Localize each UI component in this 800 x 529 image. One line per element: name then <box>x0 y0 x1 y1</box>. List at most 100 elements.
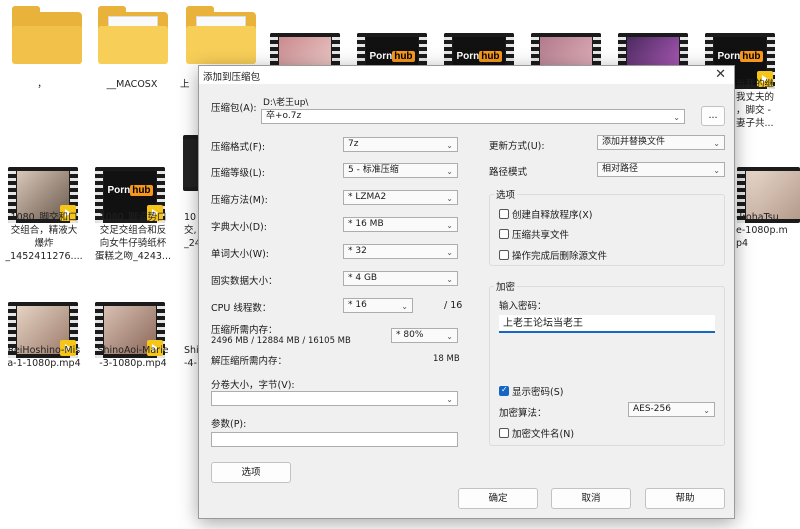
chevron-down-icon: ⌄ <box>446 275 453 284</box>
chevron-down-icon: ⌄ <box>713 139 720 148</box>
encrypt-group-title: 加密 <box>494 279 518 293</box>
cancel-button[interactable]: 取消 <box>551 488 631 509</box>
mem-percent-value: * 80% <box>396 330 424 340</box>
chevron-down-icon: ⌄ <box>713 166 720 175</box>
brand-logo: Porn hub <box>456 51 502 62</box>
password-label: 输入密码： <box>499 301 547 312</box>
archive-label: 压缩包(A): <box>211 103 257 114</box>
encrypt-names-checkbox[interactable]: 加密文件名(N) <box>499 426 574 440</box>
cpu-total: / 16 <box>444 300 463 311</box>
password-value: 上老王论坛当老王 <box>503 318 583 329</box>
shared-label: 压缩共享文件 <box>512 230 570 241</box>
update-combo[interactable]: 添加并替换文件 ⌄ <box>597 135 725 150</box>
checkbox-box <box>499 385 509 396</box>
update-value: 添加并替换文件 <box>602 137 666 147</box>
checkbox-box <box>499 428 509 438</box>
options-group-title: 选项 <box>494 187 518 201</box>
word-combo[interactable]: * 32 ⌄ <box>343 244 458 259</box>
show-password-checkbox[interactable]: 显示密码(S) <box>499 384 563 398</box>
level-label: 压缩等级(L): <box>211 168 265 179</box>
mem-decomp-label: 解压缩所需内存： <box>211 356 288 367</box>
add-to-archive-dialog: 添加到压缩包 ✕ 压缩包(A): D:\老王up\ 卒+o.7z ⌄ ... 压… <box>198 65 735 519</box>
format-combo[interactable]: 7z ⌄ <box>343 137 458 152</box>
chevron-down-icon: ⌄ <box>673 113 680 122</box>
password-input[interactable]: 上老王论坛当老王 <box>499 315 715 333</box>
chevron-down-icon: ⌄ <box>446 332 453 341</box>
video-label: 1080_脚姿势口 交足交组合和反 向女牛仔骑纸杯 蛋糕之吻_4243... <box>95 212 171 262</box>
options-button[interactable]: 选项 <box>211 462 291 483</box>
level-value: 5 - 标准压缩 <box>348 165 399 175</box>
video-label: ShinoAoi-Marie -3-1080p.mp4 <box>97 345 169 369</box>
enc-method-value: AES-256 <box>633 404 671 414</box>
solid-value: * 4 GB <box>348 273 378 283</box>
video-label: -IrohaTsu e-1080p.m p4 <box>736 212 788 249</box>
word-value: * 32 <box>348 246 367 256</box>
delete-after-checkbox[interactable]: 操作完成后删除源文件 <box>499 248 607 262</box>
encrypt-names-label: 加密文件名(N) <box>512 429 575 440</box>
format-label: 压缩格式(F): <box>211 142 266 153</box>
mem-decomp-value: 18 MB <box>433 354 460 364</box>
close-icon[interactable]: ✕ <box>715 67 726 82</box>
chevron-down-icon: ⌄ <box>446 395 453 404</box>
dialog-title: 添加到压缩包 <box>203 72 261 83</box>
path-mode-combo[interactable]: 相对路径 ⌄ <box>597 162 725 177</box>
mem-comp-label: 压缩所需内存： <box>211 325 278 336</box>
split-combo[interactable]: ⌄ <box>211 391 458 406</box>
solid-label: 固实数据大小： <box>211 276 278 287</box>
update-label: 更新方式(U): <box>489 141 545 152</box>
split-label: 分卷大小，字节(V): <box>211 380 295 391</box>
params-input[interactable] <box>211 432 458 447</box>
dict-combo[interactable]: * 16 MB ⌄ <box>343 217 458 232</box>
chevron-down-icon: ⌄ <box>446 141 453 150</box>
chevron-down-icon: ⌄ <box>446 194 453 203</box>
chevron-down-icon: ⌄ <box>446 221 453 230</box>
video-label: 1080_脚交和口 交组合，精液大 爆炸 _1452411276.... <box>5 212 83 262</box>
folder-label: ， <box>37 79 47 90</box>
archive-name-value: 卒+o.7z <box>266 111 302 121</box>
folder-label: __MACOSX <box>106 79 158 90</box>
chevron-down-icon: ⌄ <box>401 302 408 311</box>
sfx-checkbox[interactable]: 创建自释放程序(X) <box>499 207 592 221</box>
checkbox-box <box>499 229 509 239</box>
mem-comp-detail: 2496 MB / 12884 MB / 16105 MB <box>211 336 351 346</box>
browse-button[interactable]: ... <box>701 106 725 126</box>
title-bar: 添加到压缩包 ✕ <box>199 66 734 84</box>
format-value: 7z <box>348 139 359 149</box>
word-label: 单词大小(W): <box>211 249 270 260</box>
path-mode-value: 相对路径 <box>602 164 639 174</box>
folder-icon <box>186 6 256 66</box>
video-label: 当我的继 我丈夫的 ，脚交 - 妻子共... <box>736 79 775 129</box>
cpu-label: CPU 线程数： <box>211 303 272 314</box>
video-thumbnail[interactable] <box>183 135 199 191</box>
chevron-down-icon: ⌄ <box>446 248 453 257</box>
method-value: * LZMA2 <box>348 192 387 202</box>
params-label: 参数(P): <box>211 419 247 430</box>
brand-logo: Porn hub <box>107 185 153 196</box>
sfx-label: 创建自释放程序(X) <box>512 210 593 221</box>
dict-value: * 16 MB <box>348 219 384 229</box>
shared-checkbox[interactable]: 压缩共享文件 <box>499 227 569 241</box>
path-mode-label: 路径模式 <box>489 167 528 178</box>
help-button[interactable]: 帮助 <box>645 488 725 509</box>
cpu-combo[interactable]: * 16 ⌄ <box>343 298 413 313</box>
archive-name-combo[interactable]: 卒+o.7z ⌄ <box>261 109 685 124</box>
method-label: 压缩方法(M): <box>211 195 268 206</box>
checkbox-box <box>499 250 509 260</box>
brand-logo: Porn hub <box>369 51 415 62</box>
level-combo[interactable]: 5 - 标准压缩 ⌄ <box>343 163 458 178</box>
method-combo[interactable]: * LZMA2 ⌄ <box>343 190 458 205</box>
chevron-down-icon: ⌄ <box>703 406 710 415</box>
checkbox-box <box>499 209 509 219</box>
video-label: ReiHoshino-Mis a-1-1080p.mp4 <box>7 345 81 369</box>
cpu-value: * 16 <box>348 300 367 310</box>
mem-percent-combo[interactable]: * 80% ⌄ <box>391 328 458 343</box>
archive-path: D:\老王up\ <box>263 98 309 108</box>
ok-button[interactable]: 确定 <box>458 488 538 509</box>
folder-icon <box>12 6 82 66</box>
show-password-label: 显示密码(S) <box>512 387 564 398</box>
delete-after-label: 操作完成后删除源文件 <box>512 251 608 262</box>
dict-label: 字典大小(D): <box>211 222 267 233</box>
solid-combo[interactable]: * 4 GB ⌄ <box>343 271 458 286</box>
enc-method-combo[interactable]: AES-256 ⌄ <box>628 402 715 417</box>
enc-method-label: 加密算法： <box>499 408 547 419</box>
